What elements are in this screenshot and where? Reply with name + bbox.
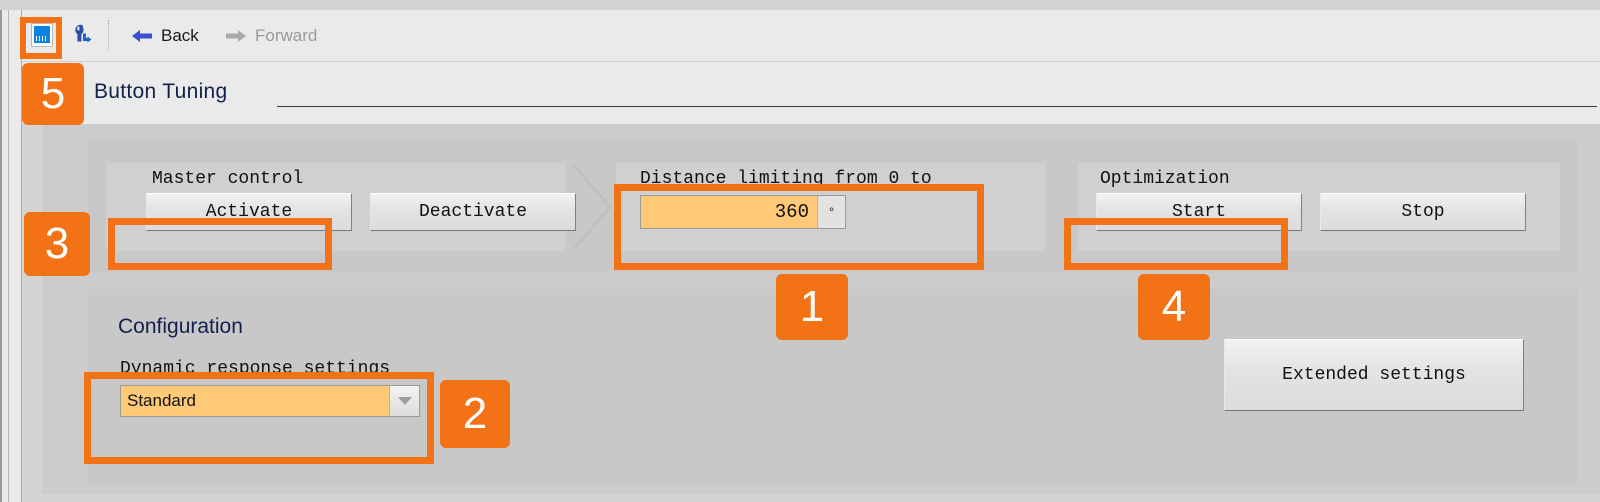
dynamic-response-settings[interactable]: Standard [120, 385, 420, 417]
wrench-tools-icon [75, 24, 92, 43]
deactivate-button[interactable]: Deactivate [370, 193, 576, 231]
stop-button[interactable]: Stop [1320, 193, 1526, 231]
page-title-rule [277, 106, 1597, 107]
dynamic-response-value[interactable]: Standard [121, 386, 389, 416]
toolbar-divider [108, 20, 109, 50]
distance-limiting-label: Distance limiting from 0 to [640, 169, 932, 189]
device-card-icon [31, 23, 53, 47]
chevron-down-icon [397, 397, 412, 405]
distance-limiting-field[interactable]: 360 ° [640, 195, 846, 229]
rail-divider [8, 10, 9, 502]
page-title: Button Tuning [94, 80, 228, 103]
dynamic-response-dropdown-button[interactable] [389, 386, 419, 416]
dynamic-response-label: Dynamic response settings [120, 359, 391, 379]
application-window: Back Forward Button Tuning Master contro… [0, 0, 1600, 502]
extended-settings-button[interactable]: Extended settings [1224, 339, 1524, 411]
device-card-toolbar-icon[interactable] [25, 18, 59, 52]
annotation-badge-2: 2 [440, 380, 510, 448]
nav-back-label: Back [161, 26, 199, 45]
arrow-left-icon [132, 30, 152, 42]
annotation-badge-4: 4 [1138, 274, 1210, 340]
nav-forward-label: Forward [255, 26, 318, 45]
control-group: Master control Activate Deactivate Dista… [88, 141, 1578, 273]
section-separator-chevron [572, 164, 612, 250]
master-control-label: Master control [152, 169, 304, 189]
configuration-title: Configuration [118, 315, 243, 338]
distance-limiting-value[interactable]: 360 [641, 196, 817, 228]
page-header: Button Tuning [22, 62, 1600, 124]
annotation-badge-3: 3 [24, 212, 90, 276]
left-navigation-rail [0, 10, 22, 502]
start-button[interactable]: Start [1096, 193, 1302, 231]
toolbar: Back Forward [22, 10, 1600, 62]
tools-toolbar-icon[interactable] [67, 18, 101, 52]
nav-forward-button[interactable]: Forward [224, 24, 317, 48]
arrow-right-icon [226, 30, 246, 42]
optimization-label: Optimization [1100, 169, 1230, 189]
activate-button[interactable]: Activate [146, 193, 352, 231]
distance-limiting-unit: ° [817, 196, 845, 228]
annotation-badge-1: 1 [776, 274, 848, 340]
annotation-badge-5: 5 [22, 63, 84, 125]
nav-back-button[interactable]: Back [130, 24, 199, 48]
window-top-strip [0, 0, 1600, 10]
